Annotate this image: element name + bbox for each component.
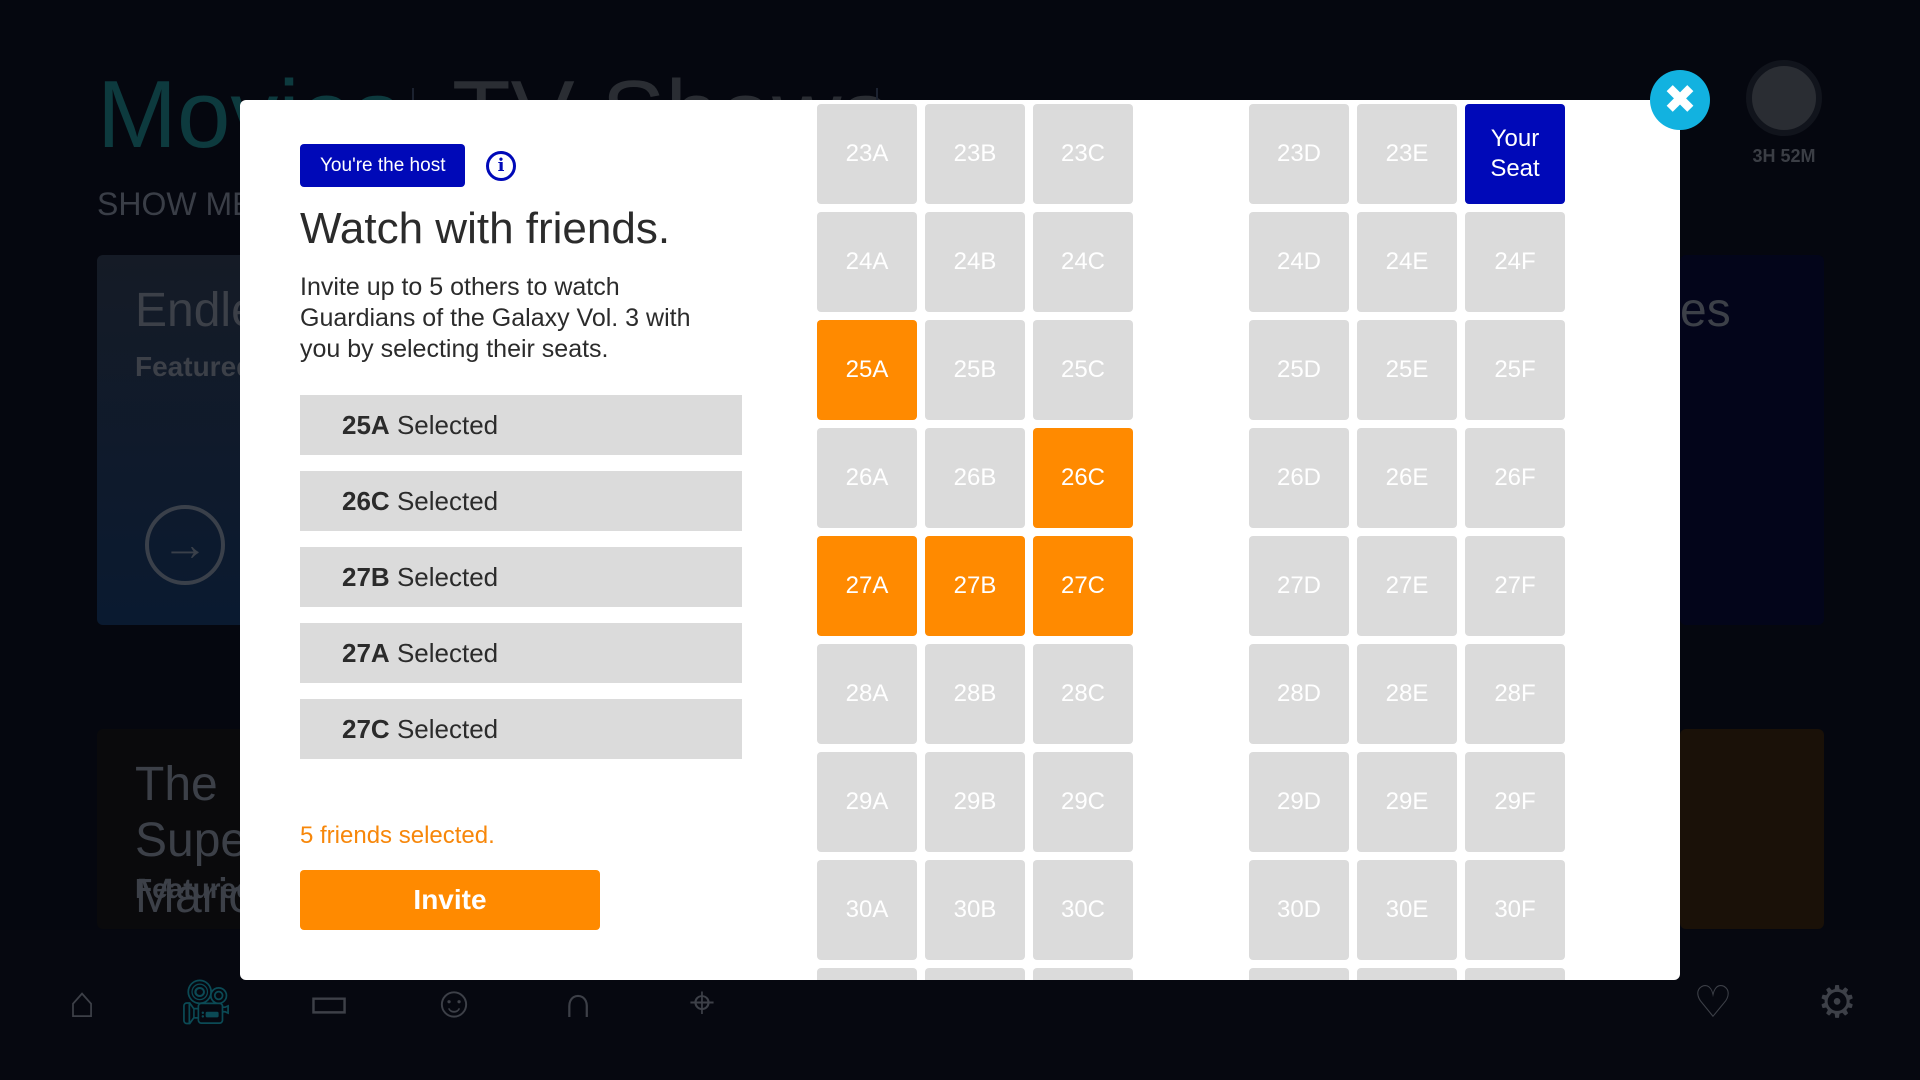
movies-icon[interactable]: 🎥︎ — [178, 975, 234, 1031]
card-subtitle: Featured — [135, 873, 254, 904]
seat-25c[interactable]: 25C — [1033, 320, 1133, 420]
seat-27a[interactable]: 27A — [817, 536, 917, 636]
seat-30e[interactable]: 30E — [1357, 860, 1457, 960]
seat-28a[interactable]: 28A — [817, 644, 917, 744]
seat-26b[interactable]: 26B — [925, 428, 1025, 528]
seat-25e[interactable]: 25E — [1357, 320, 1457, 420]
music-icon[interactable]: ∩ — [550, 975, 606, 1031]
card-subtitle: Featured — [135, 351, 254, 382]
settings-icon[interactable]: ⚙ — [1809, 975, 1865, 1031]
selected-seat-item[interactable]: 27B Selected — [300, 547, 742, 607]
seat-31d[interactable] — [1249, 968, 1349, 980]
seat-24c[interactable]: 24C — [1033, 212, 1133, 312]
selected-label: Selected — [396, 410, 499, 440]
seat-31c[interactable] — [1033, 968, 1133, 980]
seat-number: 27B — [342, 562, 390, 592]
seat-30d[interactable]: 30D — [1249, 860, 1349, 960]
your-seat[interactable]: Your Seat — [1465, 104, 1565, 204]
seat-28d[interactable]: 28D — [1249, 644, 1349, 744]
seat-30a[interactable]: 30A — [817, 860, 917, 960]
seat-number: 26C — [342, 486, 390, 516]
seat-28f[interactable]: 28F — [1465, 644, 1565, 744]
selected-count: 5 friends selected. — [300, 822, 495, 849]
seat-27b[interactable]: 27B — [925, 536, 1025, 636]
seat-24b[interactable]: 24B — [925, 212, 1025, 312]
selected-label: Selected — [396, 714, 499, 744]
show-me-label: SHOW ME — [97, 186, 254, 222]
card-title: es — [1680, 284, 1731, 337]
seat-25a[interactable]: 25A — [817, 320, 917, 420]
seat-23d[interactable]: 23D — [1249, 104, 1349, 204]
seat-23a[interactable]: 23A — [817, 104, 917, 204]
seat-28c[interactable]: 28C — [1033, 644, 1133, 744]
seat-31a[interactable] — [817, 968, 917, 980]
info-icon[interactable]: i — [486, 151, 516, 181]
dialog-description: Invite up to 5 others to watch Guardians… — [300, 273, 691, 363]
seat-29d[interactable]: 29D — [1249, 752, 1349, 852]
seat-28e[interactable]: 28E — [1357, 644, 1457, 744]
seat-29e[interactable]: 29E — [1357, 752, 1457, 852]
seat-26e[interactable]: 26E — [1357, 428, 1457, 528]
invite-button[interactable]: Invite — [300, 870, 600, 930]
selected-seat-item[interactable]: 27A Selected — [300, 623, 742, 683]
seat-number: 27C — [342, 714, 390, 744]
seat-26d[interactable]: 26D — [1249, 428, 1349, 528]
seat-30c[interactable]: 30C — [1033, 860, 1133, 960]
close-icon[interactable]: ✖ — [1650, 70, 1710, 130]
seat-31b[interactable] — [925, 968, 1025, 980]
selected-label: Selected — [396, 638, 499, 668]
home-icon[interactable]: ⌂ — [54, 975, 110, 1031]
seat-28b[interactable]: 28B — [925, 644, 1025, 744]
seat-30b[interactable]: 30B — [925, 860, 1025, 960]
host-badge: You're the host — [300, 144, 466, 187]
seat-25d[interactable]: 25D — [1249, 320, 1349, 420]
seat-30f[interactable]: 30F — [1465, 860, 1565, 960]
seat-23c[interactable]: 23C — [1033, 104, 1133, 204]
seat-29b[interactable]: 29B — [925, 752, 1025, 852]
dialog-title: Watch with friends. — [300, 204, 671, 253]
flight-time: 3H 52M — [1752, 146, 1816, 166]
arrow-right-icon[interactable]: → — [145, 505, 225, 585]
seat-27d[interactable]: 27D — [1249, 536, 1349, 636]
seat-23e[interactable]: 23E — [1357, 104, 1457, 204]
seat-26c[interactable]: 26C — [1033, 428, 1133, 528]
flight-profile-icon[interactable] — [1746, 60, 1822, 136]
seat-27c[interactable]: 27C — [1033, 536, 1133, 636]
favorites-icon[interactable]: ♡ — [1685, 975, 1741, 1031]
seat-25f[interactable]: 25F — [1465, 320, 1565, 420]
seat-number: 27A — [342, 638, 390, 668]
seat-24d[interactable]: 24D — [1249, 212, 1349, 312]
selected-seat-item[interactable]: 26C Selected — [300, 471, 742, 531]
seat-27e[interactable]: 27E — [1357, 536, 1457, 636]
seat-25b[interactable]: 25B — [925, 320, 1025, 420]
selected-seat-item[interactable]: 25A Selected — [300, 395, 742, 455]
map-icon[interactable]: ⌖ — [674, 975, 730, 1031]
seat-31f[interactable] — [1465, 968, 1565, 980]
watch-with-friends-dialog: You're the host i Watch with friends. In… — [240, 100, 1680, 980]
seat-29f[interactable]: 29F — [1465, 752, 1565, 852]
seat-29c[interactable]: 29C — [1033, 752, 1133, 852]
seat-27f[interactable]: 27F — [1465, 536, 1565, 636]
seat-23b[interactable]: 23B — [925, 104, 1025, 204]
seat-24f[interactable]: 24F — [1465, 212, 1565, 312]
selected-label: Selected — [396, 562, 499, 592]
seat-24e[interactable]: 24E — [1357, 212, 1457, 312]
seat-24a[interactable]: 24A — [817, 212, 917, 312]
card-right[interactable]: es — [1680, 255, 1824, 625]
selected-label: Selected — [396, 486, 499, 516]
kids-icon[interactable]: ☺ — [426, 975, 482, 1031]
seat-number: 25A — [342, 410, 390, 440]
seat-31e[interactable] — [1357, 968, 1457, 980]
tv-icon[interactable]: ▭ — [301, 975, 357, 1031]
card-right-2[interactable] — [1680, 729, 1824, 929]
selected-seat-item[interactable]: 27C Selected — [300, 699, 742, 759]
seat-26f[interactable]: 26F — [1465, 428, 1565, 528]
seat-29a[interactable]: 29A — [817, 752, 917, 852]
seat-26a[interactable]: 26A — [817, 428, 917, 528]
